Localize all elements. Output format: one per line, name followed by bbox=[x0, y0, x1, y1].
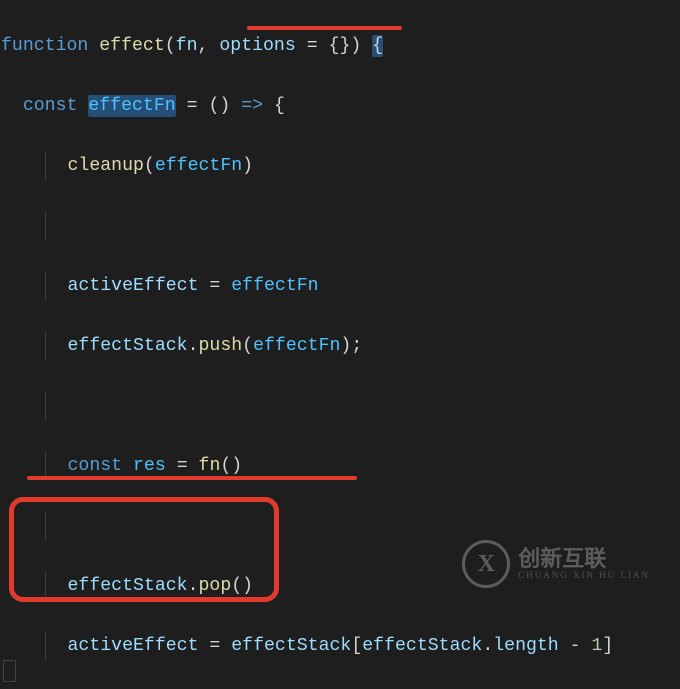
code-line: function effect(fn, options = {}) { bbox=[1, 31, 680, 61]
variable-effectFn: effectFn bbox=[88, 95, 175, 117]
function-name: effect bbox=[99, 36, 165, 56]
code-line: effectStack.pop() bbox=[1, 571, 680, 601]
annotation-underline bbox=[247, 26, 402, 30]
code-line: const effectFn = () => { bbox=[1, 91, 680, 121]
code-line bbox=[1, 511, 680, 541]
code-line: cleanup(effectFn) bbox=[1, 151, 680, 181]
cursor-ghost bbox=[3, 660, 16, 682]
brace-open: { bbox=[372, 35, 383, 57]
code-line: activeEffect = effectStack[effectStack.l… bbox=[1, 631, 680, 661]
param-fn: fn bbox=[176, 36, 198, 56]
param-options: options bbox=[219, 36, 295, 56]
code-line: effectStack.push(effectFn); bbox=[1, 331, 680, 361]
keyword-function: function bbox=[1, 36, 88, 56]
code-line: activeEffect = effectFn bbox=[1, 271, 680, 301]
code-line bbox=[1, 391, 680, 421]
code-editor[interactable]: function effect(fn, options = {}) { cons… bbox=[0, 0, 680, 689]
code-line bbox=[1, 211, 680, 241]
annotation-underline bbox=[27, 476, 357, 480]
